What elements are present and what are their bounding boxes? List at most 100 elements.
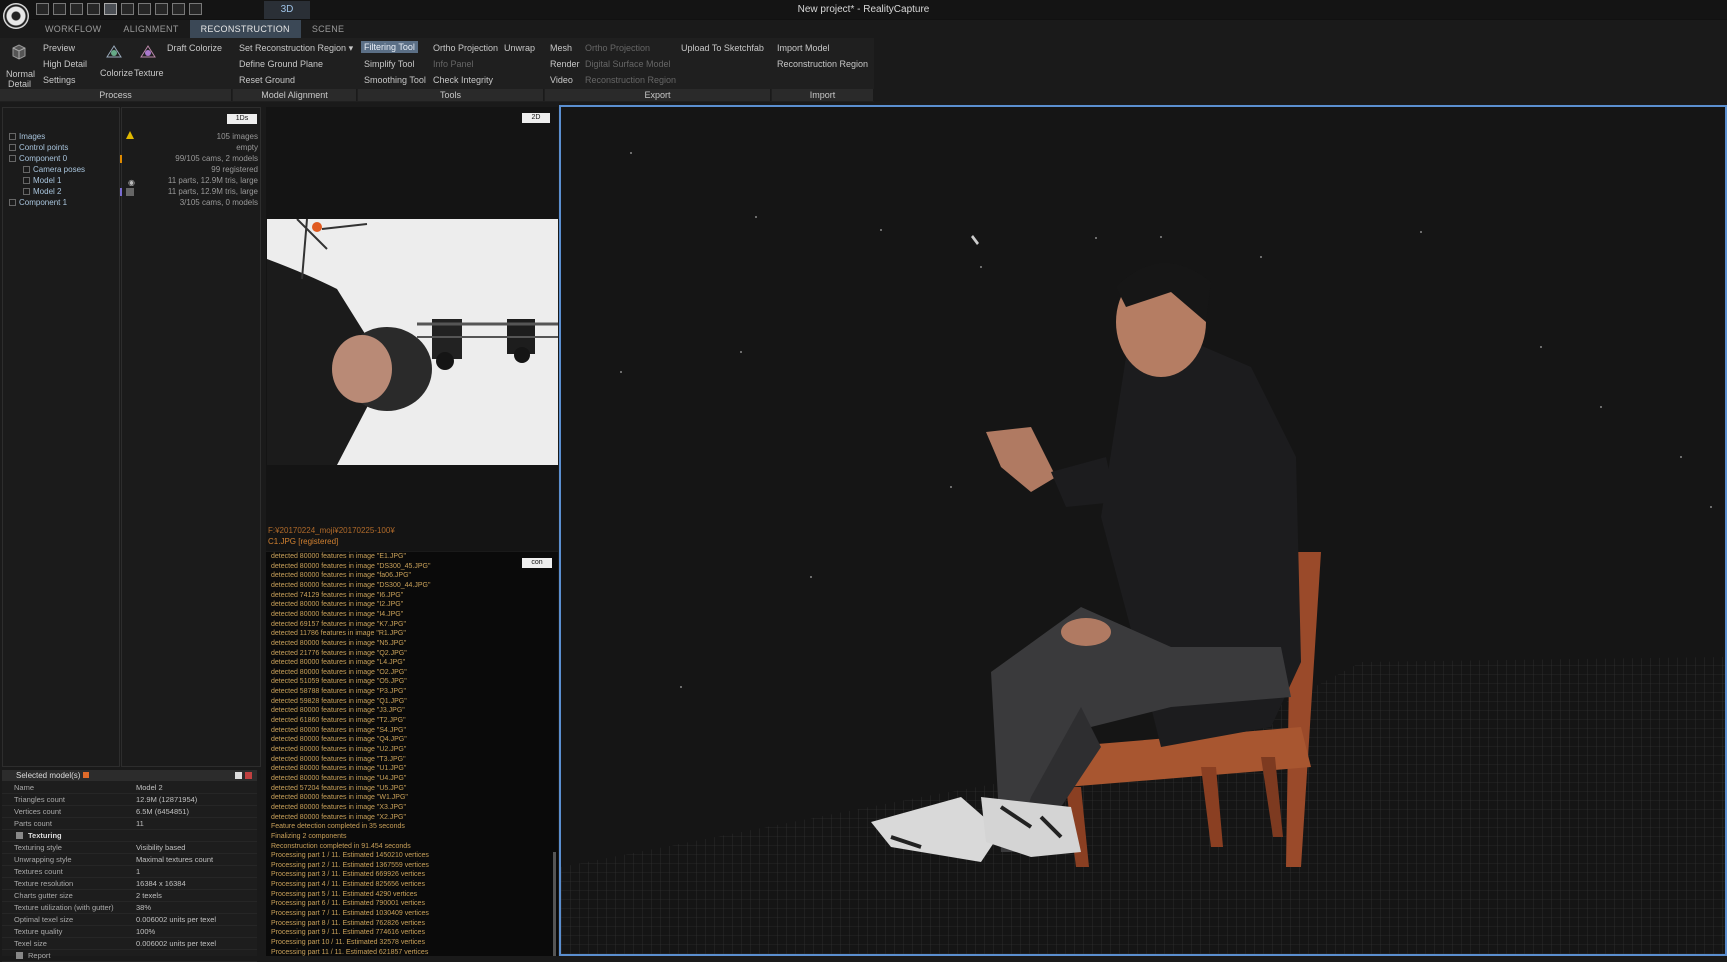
high-detail-button[interactable]: High Detail [43, 59, 87, 69]
property-row[interactable]: Texel size 0.006002 units per texel [2, 938, 257, 950]
simplify-tool-button[interactable]: Simplify Tool [364, 59, 414, 69]
property-value: 100% [136, 927, 156, 936]
property-row[interactable]: Texture quality 100% [2, 926, 257, 938]
property-row[interactable]: Optimal texel size 0.006002 units per tex… [2, 914, 257, 926]
pin-icon[interactable] [235, 772, 242, 779]
log-line: detected 80000 features in image "fa06.J… [271, 572, 412, 580]
upload-sketchfab-button[interactable]: Upload To Sketchfab [681, 43, 764, 53]
eye-icon[interactable]: ◉ [128, 178, 135, 187]
property-key: Unwrapping style [14, 855, 72, 864]
normal-detail-label[interactable]: Normal [6, 69, 35, 79]
texturing-section-header[interactable]: Texturing [2, 830, 257, 842]
tree-item-control-points[interactable]: Control points [9, 143, 68, 154]
import-model-button[interactable]: Import Model [777, 43, 830, 53]
tree-value: 11 parts, 12.9M tris, large [167, 176, 258, 185]
smoothing-tool-button[interactable]: Smoothing Tool [364, 75, 426, 85]
tree-label: Model 2 [33, 187, 62, 196]
info-panel-button[interactable]: Info Panel [433, 59, 474, 69]
render-button[interactable]: Render [550, 59, 580, 69]
report-section-header[interactable]: Report [2, 950, 257, 962]
tree-item-camera-poses[interactable]: Camera poses [23, 165, 85, 176]
video-button[interactable]: Video [550, 75, 573, 85]
property-row[interactable]: Texture resolution 16384 x 16384 [2, 878, 257, 890]
expand-icon[interactable] [9, 144, 16, 151]
view-2d-badge[interactable]: 2D [522, 113, 550, 123]
import-reconstruction-region-button[interactable]: Reconstruction Region [777, 59, 868, 69]
check-integrity-button[interactable]: Check Integrity [433, 75, 493, 85]
expand-icon[interactable] [9, 133, 16, 140]
panel-header: Selected model(s) [2, 770, 257, 781]
expand-icon[interactable] [23, 177, 30, 184]
app-logo-icon[interactable] [3, 3, 29, 29]
tree-item-component-0[interactable]: Component 0 [9, 154, 67, 165]
property-row[interactable]: Texturing style Visibility based [2, 842, 257, 854]
settings-button[interactable]: Settings [43, 75, 76, 85]
property-row[interactable]: Texture utilization (with gutter) 38% [2, 902, 257, 914]
property-row[interactable]: Textures count 1 [2, 866, 257, 878]
model-marker [120, 188, 122, 196]
tab-reconstruction[interactable]: RECONSTRUCTION [189, 20, 301, 38]
log-line: Reconstruction completed in 91.454 secon… [271, 842, 411, 850]
layout-1ds-button[interactable]: 1Ds [227, 114, 257, 124]
expand-icon[interactable] [23, 166, 30, 173]
tab-workflow[interactable]: WORKFLOW [34, 20, 112, 38]
property-key: Texture utilization (with gutter) [14, 903, 114, 912]
tree-value: 99 registered [211, 165, 258, 174]
property-row[interactable]: Vertices count 6.5M (6454851) [2, 806, 257, 818]
property-key: Texture quality [14, 927, 63, 936]
export-reconstruction-region-button[interactable]: Reconstruction Region [585, 75, 676, 85]
tree-label: Component 1 [19, 198, 68, 207]
tree-item-component-1[interactable]: Component 1 [9, 198, 67, 209]
log-line: detected 80000 features in image "S4.JPG… [271, 726, 406, 734]
collapse-icon[interactable] [9, 155, 16, 162]
property-row[interactable]: Unwrapping style Maximal textures count [2, 854, 257, 866]
property-row[interactable]: Triangles count 12.9M (12871954) [2, 794, 257, 806]
export-ortho-button[interactable]: Ortho Projection [585, 43, 650, 53]
ortho-projection-tool-button[interactable]: Ortho Projection [433, 43, 498, 53]
log-line: Processing part 2 / 11. Estimated 136755… [271, 861, 429, 869]
close-icon[interactable] [245, 772, 252, 779]
viewport-3d[interactable] [559, 105, 1727, 956]
texture-button[interactable]: Texture [134, 68, 164, 78]
log-line: detected 74129 features in image "I6.JPG… [271, 591, 404, 599]
log-line: Processing part 10 / 11. Estimated 32578… [271, 939, 425, 946]
define-ground-plane-button[interactable]: Define Ground Plane [239, 59, 323, 69]
reset-ground-button[interactable]: Reset Ground [239, 75, 295, 85]
collapse-icon[interactable] [16, 832, 23, 839]
tree-item-model-2[interactable]: Model 2 [23, 187, 61, 198]
camera-photo [267, 218, 558, 465]
scene-render [561, 152, 1725, 954]
property-key: Optimal texel size [14, 915, 74, 924]
log-line: detected 11786 features in image "R1.JPG… [271, 630, 406, 638]
property-row[interactable]: Charts gutter size 2 texels [2, 890, 257, 902]
section-title: Texturing [28, 831, 62, 840]
set-reconstruction-region-button[interactable]: Set Reconstruction Region ▾ [239, 43, 353, 54]
log-line: detected 80000 features in image "N5.JPG… [271, 639, 407, 647]
normal-detail-label-2[interactable]: Detail [8, 79, 31, 89]
export-mesh-button[interactable]: Mesh [550, 43, 572, 53]
tree-item-images[interactable]: Images [9, 132, 45, 143]
unwrap-button[interactable]: Unwrap [504, 43, 535, 53]
expand-icon[interactable] [23, 188, 30, 195]
filtering-tool-button[interactable]: Filtering Tool [361, 41, 418, 53]
log-line: detected 80000 features in image "DS300_… [271, 562, 431, 570]
tree-item-model-1[interactable]: Model 1 [23, 176, 61, 187]
property-row[interactable]: Parts count 11 [2, 818, 257, 830]
model-visibility-icon[interactable] [126, 188, 134, 196]
dropdown-arrow-icon: ▾ [348, 43, 354, 53]
tab-scene[interactable]: SCENE [301, 20, 356, 38]
log-line: detected 80000 features in image "J3.JPG… [271, 707, 405, 715]
console-toggle-button[interactable]: con [522, 558, 552, 568]
tree-label: Camera poses [33, 165, 86, 174]
preview-button[interactable]: Preview [43, 43, 75, 53]
tab-alignment[interactable]: ALIGNMENT [112, 20, 189, 38]
colorize-button[interactable]: Colorize [100, 68, 133, 78]
digital-surface-model-button[interactable]: Digital Surface Model [585, 59, 671, 69]
component-marker [120, 155, 122, 163]
log-scrollbar[interactable] [553, 852, 556, 956]
draft-colorize-button[interactable]: Draft Colorize [167, 43, 222, 53]
expand-icon[interactable] [9, 199, 16, 206]
property-key: Texture resolution [14, 879, 74, 888]
property-row[interactable]: Name Model 2 [2, 782, 257, 794]
group-label-export: Export [545, 89, 771, 101]
